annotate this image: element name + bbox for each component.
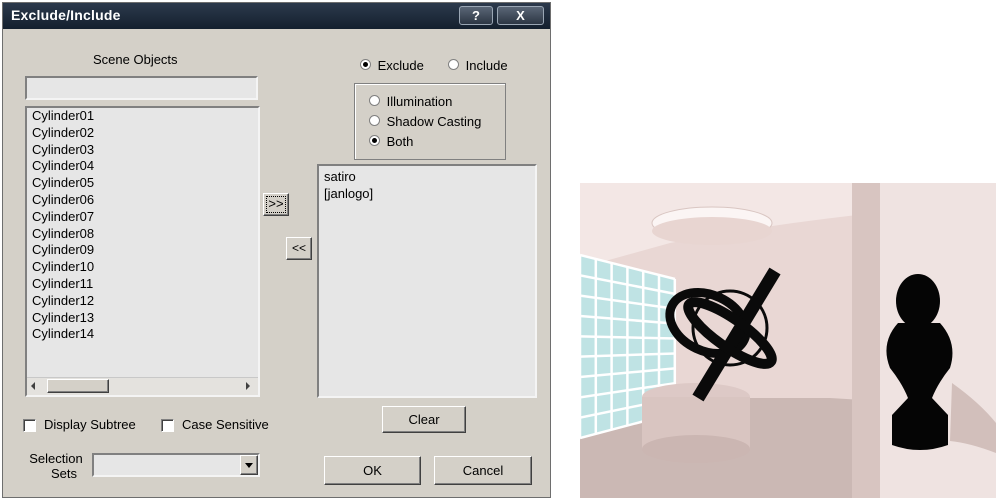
excluded-objects-list-items: satiro [janlogo] <box>320 169 373 203</box>
exclude-radio[interactable]: Exclude <box>360 58 424 73</box>
light-type-group: Illumination Shadow Casting Both <box>354 83 506 160</box>
exclude-label: Exclude <box>377 58 424 73</box>
exclude-include-dialog: Exclude/Include ? X Scene Objects Cylind… <box>2 2 551 498</box>
list-item[interactable]: Cylinder08 <box>28 226 94 243</box>
scroll-right-icon[interactable] <box>246 382 250 390</box>
shadow-casting-radio[interactable]: Shadow Casting <box>369 114 481 129</box>
list-item[interactable]: Cylinder07 <box>28 209 94 226</box>
ok-button[interactable]: OK <box>324 456 421 485</box>
list-item[interactable]: Cylinder12 <box>28 293 94 310</box>
help-button[interactable]: ? <box>459 6 493 25</box>
include-radio-icon[interactable] <box>448 59 459 70</box>
both-radio-icon[interactable] <box>369 135 380 146</box>
both-label: Both <box>386 134 414 149</box>
both-radio[interactable]: Both <box>369 134 413 149</box>
list-item[interactable]: Cylinder03 <box>28 142 94 159</box>
list-item[interactable]: Cylinder11 <box>28 276 94 293</box>
illumination-label: Illumination <box>386 94 453 109</box>
include-radio[interactable]: Include <box>448 58 508 73</box>
close-button[interactable]: X <box>497 6 544 25</box>
list-item[interactable]: [janlogo] <box>320 186 373 203</box>
help-icon: ? <box>472 8 480 23</box>
selection-sets-label-line2: Sets <box>51 466 78 481</box>
list-item[interactable]: Cylinder06 <box>28 192 94 209</box>
list-item[interactable]: Cylinder02 <box>28 125 94 142</box>
illumination-radio-icon[interactable] <box>369 95 380 106</box>
display-subtree-checkbox-icon[interactable] <box>23 419 36 432</box>
list-item[interactable]: Cylinder13 <box>28 310 94 327</box>
excluded-objects-list[interactable]: satiro [janlogo] <box>317 164 537 398</box>
include-label: Include <box>465 58 508 73</box>
cancel-button[interactable]: Cancel <box>434 456 532 485</box>
case-sensitive-label: Case Sensitive <box>182 417 269 432</box>
list-item[interactable]: Cylinder04 <box>28 158 94 175</box>
shadow-casting-radio-icon[interactable] <box>369 115 380 126</box>
list-item[interactable]: Cylinder10 <box>28 259 94 276</box>
close-icon: X <box>516 8 525 23</box>
scroll-left-icon[interactable] <box>31 382 35 390</box>
clear-button[interactable]: Clear <box>382 406 466 433</box>
selection-sets-dropdown[interactable] <box>92 453 260 477</box>
scene-objects-list[interactable]: Cylinder01 Cylinder02 Cylinder03 Cylinder04… <box>25 106 260 397</box>
list-item[interactable]: satiro <box>320 169 373 186</box>
scrollbar-thumb[interactable] <box>47 379 109 393</box>
dialog-title: Exclude/Include <box>11 7 121 23</box>
horizontal-scrollbar[interactable] <box>27 377 258 395</box>
display-subtree-label: Display Subtree <box>44 417 136 432</box>
remove-from-list-button[interactable]: << <box>286 237 312 260</box>
list-item[interactable]: Cylinder05 <box>28 175 94 192</box>
scene-objects-label: Scene Objects <box>93 52 178 67</box>
scene-objects-search-input[interactable] <box>25 76 258 100</box>
title-bar[interactable]: Exclude/Include ? X <box>3 3 550 29</box>
illumination-radio[interactable]: Illumination <box>369 94 452 109</box>
list-item[interactable]: Cylinder14 <box>28 326 94 343</box>
render-scene <box>580 183 996 498</box>
scene-objects-list-items: Cylinder01 Cylinder02 Cylinder03 Cylinder04… <box>28 108 94 343</box>
exclude-radio-icon[interactable] <box>360 59 371 70</box>
chevron-down-icon <box>245 463 253 468</box>
case-sensitive-checkbox-icon[interactable] <box>161 419 174 432</box>
list-item[interactable]: Cylinder01 <box>28 108 94 125</box>
shadow-casting-label: Shadow Casting <box>386 114 482 129</box>
dropdown-button[interactable] <box>240 455 258 475</box>
list-item[interactable]: Cylinder09 <box>28 242 94 259</box>
render-preview-image <box>580 183 996 498</box>
add-to-list-button[interactable]: >> <box>263 193 289 216</box>
selection-sets-label-line1: Selection <box>29 451 83 466</box>
